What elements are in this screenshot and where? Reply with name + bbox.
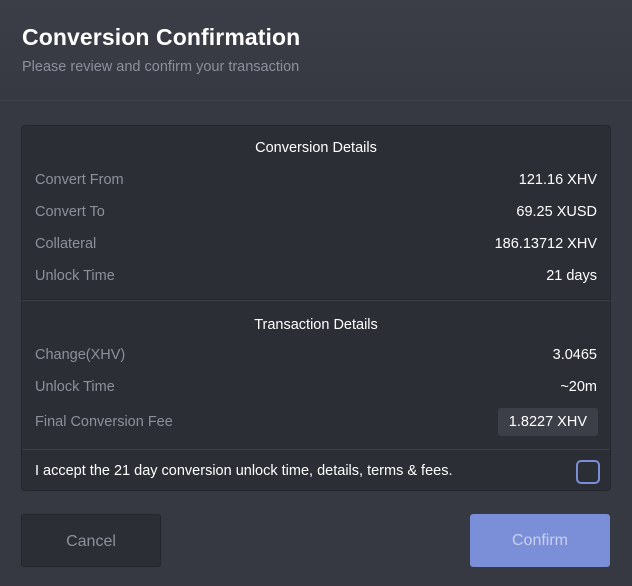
accept-terms-label: I accept the 21 day conversion unlock ti…: [35, 463, 453, 479]
modal-title: Conversion Confirmation: [22, 24, 301, 50]
convert-from-label: Convert From: [35, 172, 124, 188]
tx-unlock-time-value: ~20m: [560, 379, 597, 395]
change-label: Change(XHV): [35, 347, 126, 363]
tx-unlock-time-label: Unlock Time: [35, 379, 115, 395]
transaction-details-panel: Transaction Details Change(XHV) 3.0465 U…: [21, 300, 611, 491]
conversion-details-panel: Conversion Details Convert From 121.16 X…: [21, 125, 611, 300]
convert-from-value: 121.16 XHV: [518, 172, 597, 188]
final-fee-row: Final Conversion Fee 1.8227 XHV: [35, 408, 598, 436]
collateral-label: Collateral: [35, 236, 97, 252]
unlock-time-label: Unlock Time: [35, 268, 115, 284]
collateral-value: 186.13712 XHV: [494, 236, 597, 252]
unlock-time-row: Unlock Time 21 days: [35, 268, 597, 288]
final-fee-label: Final Conversion Fee: [35, 414, 173, 430]
convert-to-value: 69.25 XUSD: [516, 204, 597, 220]
conversion-confirmation-modal: Conversion Confirmation Please review an…: [0, 0, 632, 586]
transaction-details-title: Transaction Details: [254, 317, 378, 333]
collateral-row: Collateral 186.13712 XHV: [35, 236, 597, 256]
confirm-button[interactable]: Confirm: [470, 514, 610, 567]
change-row: Change(XHV) 3.0465: [35, 347, 597, 367]
accept-terms-checkbox[interactable]: [576, 460, 600, 484]
convert-from-row: Convert From 121.16 XHV: [35, 172, 597, 192]
convert-to-row: Convert To 69.25 XUSD: [35, 204, 597, 224]
cancel-button[interactable]: Cancel: [21, 514, 161, 567]
change-value: 3.0465: [552, 347, 597, 363]
tx-unlock-time-row: Unlock Time ~20m: [35, 379, 597, 399]
final-fee-value: 1.8227 XHV: [497, 408, 598, 436]
accept-divider: [22, 449, 610, 450]
conversion-details-title: Conversion Details: [255, 140, 377, 156]
unlock-time-value: 21 days: [546, 268, 597, 284]
modal-header: Conversion Confirmation Please review an…: [0, 0, 632, 101]
modal-subtitle: Please review and confirm your transacti…: [22, 59, 300, 75]
convert-to-label: Convert To: [35, 204, 105, 220]
